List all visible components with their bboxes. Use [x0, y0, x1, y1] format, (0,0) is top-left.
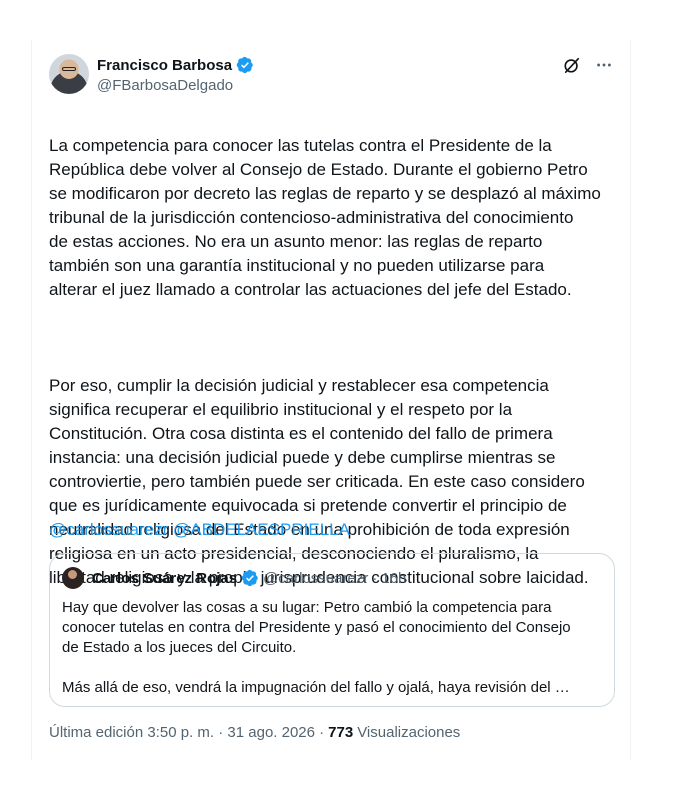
mention-link[interactable]: @carlossuarezr [49, 520, 168, 539]
quoted-tweet-text: Hay que devolver las cosas a su lugar: P… [62, 599, 571, 696]
author-name[interactable]: Francisco Barbosa [97, 57, 232, 74]
tweet-meta: Última edición 3:50 p. m. · 31 ago. 2026… [49, 724, 460, 741]
views-count: 773 [328, 724, 354, 741]
tweet-card: Francisco Barbosa @FBarbosaDelgado La co… [31, 40, 631, 760]
more-icon[interactable] [594, 55, 614, 75]
author-handle[interactable]: @FBarbosaDelgado [97, 77, 233, 94]
quoted-timestamp: 16h [381, 569, 407, 587]
quoted-tweet-header: Carlos Suárez Rojas @carlossuarezr · 16h [62, 566, 406, 590]
verified-badge-icon [241, 569, 259, 587]
quoted-author-avatar [62, 567, 84, 589]
grok-icon[interactable] [562, 55, 582, 75]
author-name-row: Francisco Barbosa [97, 56, 254, 74]
tweet-paragraph-1: La competencia para conocer las tutelas … [49, 136, 601, 299]
views-label: Visualizaciones [357, 724, 461, 741]
quoted-author-handle: @carlossuarezr [263, 569, 369, 587]
tweet-header: Francisco Barbosa @FBarbosaDelgado [49, 54, 614, 98]
quoted-separator: · [372, 569, 378, 587]
edit-timestamp[interactable]: Última edición 3:50 p. m. · 31 ago. 2026… [49, 724, 324, 741]
author-avatar[interactable] [49, 54, 89, 94]
tweet-mentions: @carlossuarezr @ABDELAESPRIELLA [49, 518, 350, 542]
header-actions [562, 54, 614, 76]
quoted-author-name: Carlos Suárez Rojas [92, 569, 238, 587]
quoted-tweet[interactable]: Carlos Suárez Rojas @carlossuarezr · 16h… [49, 553, 615, 707]
verified-badge-icon[interactable] [236, 56, 254, 74]
mention-link[interactable]: @ABDELAESPRIELLA [173, 520, 350, 539]
